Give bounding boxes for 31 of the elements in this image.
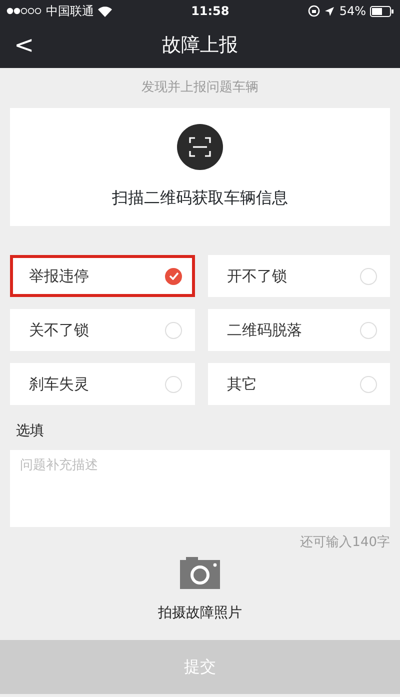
page-title: 故障上报 bbox=[162, 32, 238, 58]
option-item[interactable]: 关不了锁 bbox=[10, 309, 195, 351]
back-button[interactable]: < bbox=[8, 22, 40, 68]
option-item[interactable]: 刹车失灵 bbox=[10, 363, 195, 405]
radio-circle-icon bbox=[360, 376, 377, 392]
wifi-icon bbox=[98, 6, 112, 16]
camera-icon[interactable] bbox=[180, 556, 220, 588]
rotation-lock-icon bbox=[308, 5, 320, 17]
description-field[interactable]: 问题补充描述 bbox=[10, 450, 390, 527]
option-item[interactable]: 二维码脱落 bbox=[208, 309, 390, 351]
photo-label: 拍摄故障照片 bbox=[158, 604, 242, 622]
check-icon bbox=[165, 268, 182, 284]
location-icon bbox=[324, 6, 336, 16]
option-item[interactable]: 举报违停 bbox=[10, 255, 195, 297]
battery-percent: 54% bbox=[339, 3, 366, 20]
radio-circle-icon bbox=[165, 322, 182, 338]
option-item[interactable]: 其它 bbox=[208, 363, 390, 405]
subtitle: 发现并上报问题车辆 bbox=[142, 79, 258, 98]
radio-circle-icon bbox=[165, 376, 182, 392]
carrier-name: 中国联通 bbox=[46, 3, 94, 20]
signal-icon bbox=[6, 7, 42, 15]
character-counter: 还可输入140字 bbox=[300, 535, 390, 550]
radio-circle-icon bbox=[360, 268, 377, 284]
scan-button[interactable] bbox=[177, 124, 223, 170]
status-time: 11:58 bbox=[191, 3, 230, 20]
battery-icon bbox=[370, 6, 394, 16]
option-item[interactable]: 开不了锁 bbox=[208, 255, 390, 297]
scan-label: 扫描二维码获取车辆信息 bbox=[112, 187, 288, 209]
scan-icon bbox=[189, 137, 211, 157]
radio-circle-icon bbox=[360, 322, 377, 338]
optional-label: 选填 bbox=[16, 423, 44, 439]
